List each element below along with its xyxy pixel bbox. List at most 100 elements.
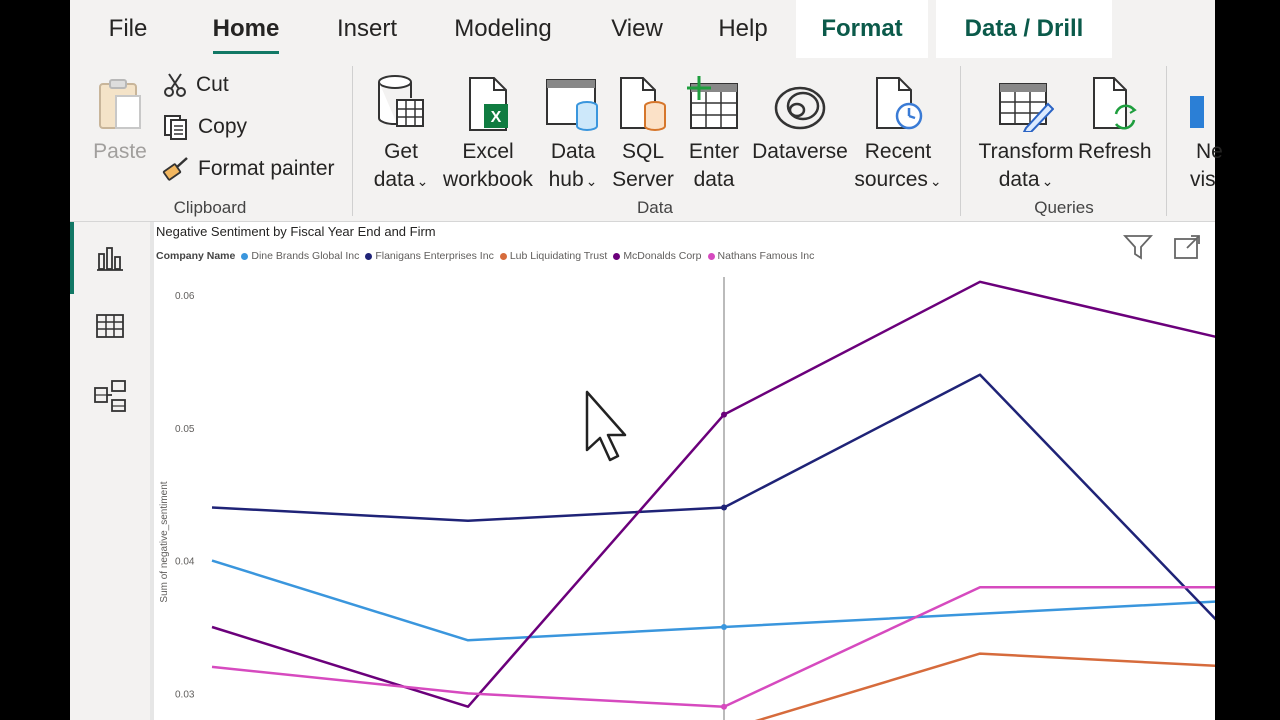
copy-button[interactable]: Copy [162,110,247,144]
transform-label-2: data [998,168,1040,191]
visual-resize-handle[interactable] [150,222,154,720]
paste-label: Paste [93,140,147,163]
enter-data-label-2: data [693,168,735,191]
transform-data-icon [976,70,1076,132]
format-painter-label: Format painter [198,157,335,180]
legend-item[interactable]: Nathans Famous Inc [707,250,815,262]
refresh-label: Refresh [1078,140,1152,163]
tab-home[interactable]: Home [200,0,292,58]
hover-point-marker [721,703,727,710]
enter-data-button[interactable]: Enter data [680,70,748,194]
data-hub-button[interactable]: Data hub ⌄ [540,70,606,195]
get-data-label-2: data [373,168,415,191]
group-label-queries: Queries [1034,198,1094,217]
recent-sources-label-2: sources [854,168,928,191]
legend-item[interactable]: Dine Brands Global Inc [241,250,359,262]
series-line [211,559,1215,642]
y-axis-title: Sum of negative_sentiment [159,481,170,602]
y-tick-label: 0.03 [175,689,195,700]
legend-marker [613,252,621,260]
get-data-button[interactable]: Get data ⌄ [366,70,436,195]
group-divider [960,66,961,216]
data-hub-label-2: hub [548,168,584,191]
tab-modeling[interactable]: Modeling [442,0,564,58]
tab-help[interactable]: Help [706,0,780,58]
format-painter-button[interactable]: Format painter [162,152,335,186]
cut-button[interactable]: Cut [162,68,229,102]
chart-title: Negative Sentiment by Fiscal Year End an… [156,224,436,239]
recent-sources-label: Recent [864,140,932,163]
excel-label: Excel [462,140,514,163]
legend-item[interactable]: Flanigans Enterprises Inc [365,250,494,262]
paintbrush-icon [162,157,188,181]
chart-legend: Company Name Dine Brands Global Inc Flani… [156,250,820,262]
model-view-button[interactable] [70,366,150,426]
tab-view[interactable]: View [598,0,676,58]
legend-item[interactable]: McDonalds Corp [613,250,702,262]
get-data-label: Get [384,140,418,163]
excel-label-2: workbook [443,168,533,191]
focus-mode-icon[interactable] [1173,234,1201,265]
series-line [211,280,1215,708]
refresh-button[interactable]: Refresh [1078,70,1152,166]
paste-button[interactable]: Paste [90,70,150,166]
line-chart[interactable]: Sum of negative_sentiment 0.03 0.04 0.05 0.0… [150,222,1215,720]
new-visual-label-2: vis [1190,168,1216,191]
report-view-button[interactable] [70,228,150,288]
legend-marker [499,252,507,260]
legend-marker [707,252,715,260]
dataverse-icon [750,70,850,132]
tab-insert[interactable]: Insert [322,0,412,58]
table-icon [96,314,124,338]
scissors-icon [164,73,186,97]
chevron-down-icon: ⌄ [416,173,429,189]
recent-sources-icon [850,70,946,132]
legend-label: Dine Brands Global Inc [251,250,360,262]
data-hub-label: Data [550,140,596,163]
series-line [211,373,1215,621]
bar-chart-icon [97,247,123,271]
chevron-down-icon: ⌄ [1041,173,1054,189]
transform-data-button[interactable]: Transform data ⌄ [976,70,1076,195]
recent-sources-button[interactable]: Recent sources ⌄ [850,70,946,195]
database-table-icon [366,70,436,132]
legend-label: Nathans Famous Inc [717,250,815,262]
menu-tab-bar: File Home Insert Modeling View Help Form… [70,0,1215,58]
tab-file[interactable]: File [90,0,166,58]
dataverse-button[interactable]: Dataverse [750,70,850,166]
new-visual-button[interactable]: Ne vis [1180,70,1240,194]
svg-text:X: X [491,109,502,126]
filter-icon[interactable] [1122,234,1154,265]
series-line [211,585,1215,708]
group-divider [1166,66,1167,216]
group-label-clipboard: Clipboard [173,198,247,217]
legend-marker [365,252,373,260]
screen-edge-left [0,0,70,720]
legend-item[interactable]: Lub Liquidating Trust [499,250,608,262]
legend-marker [241,252,249,260]
paste-icon [90,70,150,132]
hover-point-marker [721,411,727,418]
tab-data-drill[interactable]: Data / Drill [936,0,1112,58]
y-tick-label: 0.05 [175,424,195,435]
mouse-pointer-icon [585,390,627,462]
cut-label: Cut [196,73,229,96]
sql-server-button[interactable]: SQL Server [612,70,674,194]
tab-format[interactable]: Format [796,0,928,58]
y-tick-label: 0.06 [175,291,195,302]
ribbon: Paste Cut Copy Format painter Clipboard … [70,58,1223,222]
y-tick-label: 0.04 [175,557,195,568]
legend-label: McDonalds Corp [623,250,702,262]
series-line [754,652,1215,720]
sql-label-2: Server [612,168,674,191]
data-view-button[interactable] [70,296,150,356]
dataverse-label: Dataverse [752,140,848,163]
report-canvas: Sum of negative_sentiment 0.03 0.04 0.05 0.0… [150,222,1215,720]
legend-label: Lub Liquidating Trust [509,250,608,262]
sql-label: SQL [621,140,665,163]
legend-label: Flanigans Enterprises Inc [375,250,494,262]
excel-workbook-button[interactable]: X Excel workbook [438,70,538,194]
copy-label: Copy [198,115,248,138]
visual-header-icons [1122,234,1201,265]
chevron-down-icon: ⌄ [929,173,942,189]
